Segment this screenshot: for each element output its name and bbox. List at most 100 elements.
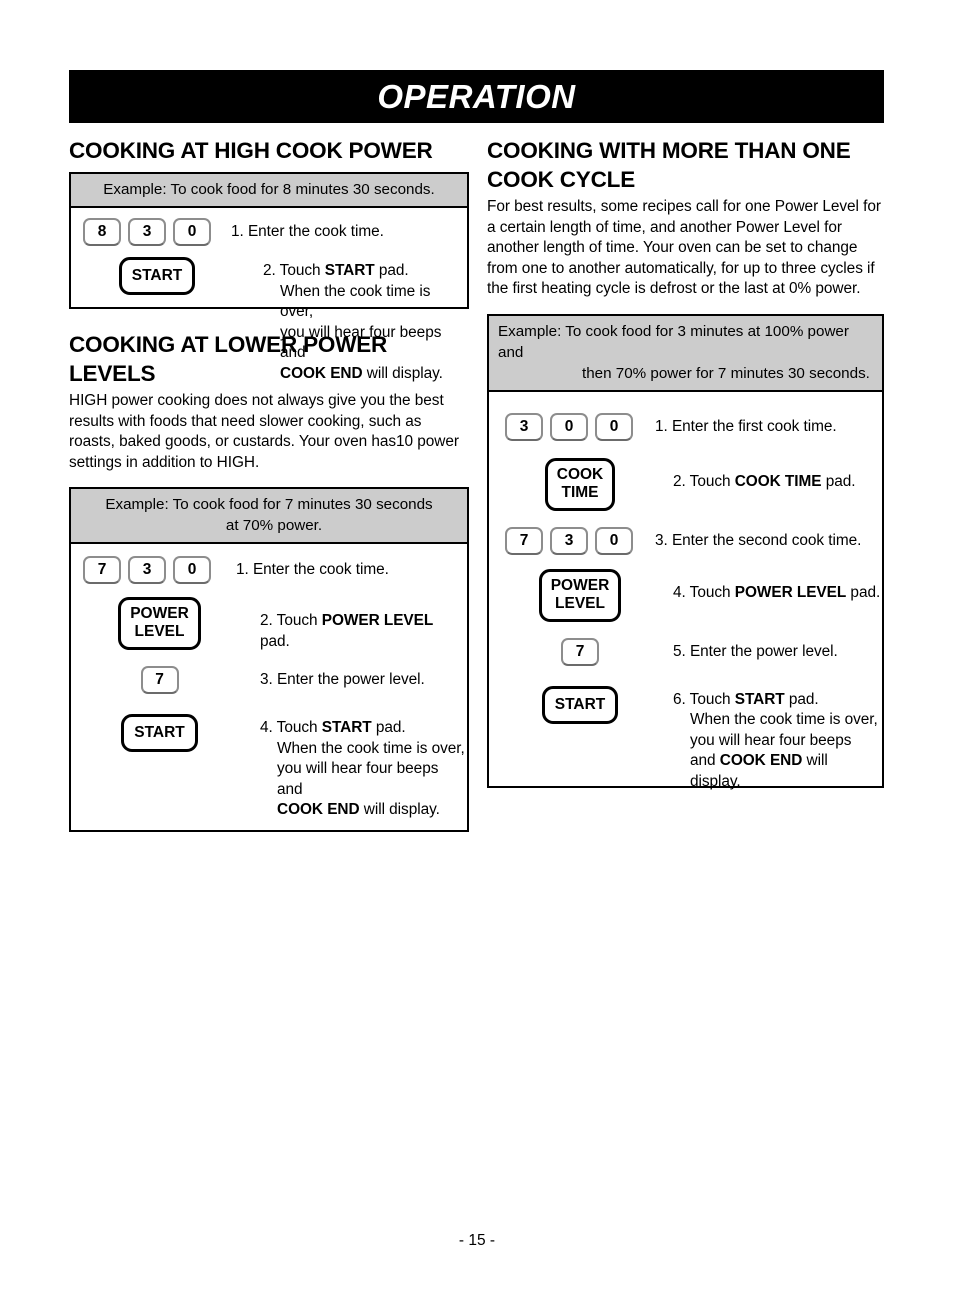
step-row: START 6. Touch START pad. When the cook … (489, 685, 882, 793)
section-body-more-cycles: For best results, some recipes call for … (487, 198, 881, 297)
keypad-group: 7 3 0 (83, 556, 236, 584)
step-text-tail: pad. (846, 583, 881, 601)
step-text-tail: pad. (371, 719, 406, 736)
number-key[interactable]: 7 (561, 637, 599, 666)
step-instruction: 1. Enter the first cook time. (655, 413, 882, 438)
step-text-lead: 2. Touch (263, 262, 325, 279)
example-line-2: then 70% power for 7 minutes 30 seconds. (582, 364, 870, 382)
step-continuation: When the cook time is over, (690, 711, 878, 728)
keypad-group: POWER LEVEL (83, 597, 260, 650)
step-instruction: 6. Touch START pad. When the cook time i… (673, 686, 882, 793)
step-text-lead: 4. Touch (260, 719, 322, 736)
page-number: - 15 - (458, 1232, 496, 1249)
number-key[interactable]: 3 (550, 526, 588, 555)
example-line-1: Example: To cook food for 3 minutes at 1… (498, 322, 849, 361)
step-row: 7 5. Enter the power level. (489, 637, 882, 666)
step-text: 1. Enter the cook time. (236, 561, 389, 578)
number-key[interactable]: 0 (173, 218, 211, 246)
step-continuation-lead: and (690, 752, 720, 769)
example-box-high-power: Example: To cook food for 8 minutes 30 s… (69, 172, 469, 382)
step-continuation: When the cook time is over, (280, 282, 431, 321)
keypad-group: 7 3 0 (505, 526, 655, 555)
step-text: 1. Enter the first cook time. (655, 417, 837, 435)
example-line-2: at 70% power. (225, 517, 323, 534)
step-instruction: 2. Touch COOK TIME pad. (673, 458, 882, 493)
keypad-group: 3 0 0 (505, 412, 655, 441)
page-title: OPERATION (377, 78, 576, 115)
number-key[interactable]: 3 (128, 218, 166, 246)
keypad-group: COOK TIME (505, 457, 673, 511)
step-text: 5. Enter the power level. (673, 642, 838, 660)
pad-label: START (554, 695, 606, 713)
keypad-group: 7 (505, 637, 673, 666)
step-row: 8 3 0 1. Enter the cook time. (71, 218, 467, 246)
page-footer: - 15 - (0, 1232, 954, 1250)
step-continuation: COOK END will display. (260, 800, 467, 821)
step-text-tail: pad. (821, 472, 856, 490)
step-text-bold: START (324, 262, 375, 279)
number-key[interactable]: 8 (83, 218, 121, 246)
number-key[interactable]: 0 (550, 412, 588, 441)
start-pad[interactable]: START (541, 685, 619, 724)
start-pad[interactable]: START (121, 714, 198, 752)
left-column: COOKING AT HIGH COOK POWER Example: To c… (69, 136, 469, 832)
pad-label: START (134, 724, 185, 741)
pad-label-line2: TIME (561, 483, 599, 501)
step-continuation: COOK END will display. (263, 364, 467, 385)
example-line-1: Example: To cook food for 8 minutes 30 s… (103, 181, 435, 198)
step-continuation: you will hear four beeps and (277, 760, 439, 798)
step-text-lead: 4. Touch (673, 583, 735, 601)
number-key[interactable]: 0 (595, 526, 633, 555)
step-text: 3. Enter the power level. (260, 671, 425, 688)
example-header-more-cycles: Example: To cook food for 3 minutes at 1… (489, 315, 882, 392)
pad-label-line1: COOK (556, 465, 604, 483)
step-instruction: 2. Touch POWER LEVEL pad. (260, 597, 467, 652)
pad-label-line1: POWER (550, 576, 610, 594)
step-text: 1. Enter the cook time. (231, 223, 384, 240)
number-key[interactable]: 7 (505, 526, 543, 555)
step-text-bold: POWER LEVEL (734, 583, 847, 601)
keypad-group: 7 (83, 666, 260, 694)
example-steps-lower-power: 7 3 0 1. Enter the cook time. POWER LEVE… (71, 556, 467, 821)
step-row: POWER LEVEL 4. Touch POWER LEVEL pad. (489, 568, 882, 622)
example-header-high-power: Example: To cook food for 8 minutes 30 s… (71, 174, 467, 208)
start-pad[interactable]: START (118, 257, 196, 295)
example-steps-more-cycles: 3 0 0 1. Enter the first cook time. COOK… (489, 412, 882, 793)
number-key[interactable]: 3 (128, 556, 166, 584)
keypad-group: START (505, 685, 673, 724)
step-row: START 4. Touch START pad. When the cook … (71, 714, 467, 821)
section-title-high-power: COOKING AT HIGH COOK POWER (69, 138, 433, 163)
example-box-more-cycles: Example: To cook food for 3 minutes at 1… (487, 313, 884, 790)
power-level-pad[interactable]: POWER LEVEL (538, 568, 622, 622)
step-continuation-bold: COOK END (719, 752, 803, 769)
step-row: POWER LEVEL 2. Touch POWER LEVEL pad. (71, 597, 467, 652)
number-key[interactable]: 0 (173, 556, 211, 584)
step-row: 7 3 0 3. Enter the second cook time. (489, 526, 882, 555)
step-text-bold: POWER LEVEL (321, 612, 434, 629)
number-key[interactable]: 7 (83, 556, 121, 584)
step-instruction: 4. Touch START pad. When the cook time i… (260, 714, 467, 821)
number-key[interactable]: 3 (505, 412, 543, 441)
step-text-lead: 6. Touch (673, 690, 735, 708)
power-level-pad[interactable]: POWER LEVEL (118, 597, 201, 650)
step-text-lead: 2. Touch (673, 472, 735, 490)
right-column: COOKING WITH MORE THAN ONE COOK CYCLE Fo… (487, 136, 884, 790)
step-text-tail: pad. (784, 690, 819, 708)
keypad-group: START (83, 714, 260, 752)
step-continuation: and COOK END will display. (673, 751, 882, 792)
cook-time-pad[interactable]: COOK TIME (544, 457, 616, 511)
step-row: 7 3. Enter the power level. (71, 666, 467, 694)
step-instruction: 1. Enter the cook time. (231, 218, 467, 243)
pad-label-line2: LEVEL (134, 623, 185, 640)
step-instruction: 4. Touch POWER LEVEL pad. (673, 569, 882, 604)
example-header-lower-power: Example: To cook food for 7 minutes 30 s… (71, 489, 467, 544)
number-key[interactable]: 7 (140, 666, 179, 694)
number-key[interactable]: 0 (595, 412, 633, 441)
step-text: 3. Enter the second cook time. (655, 531, 862, 549)
step-instruction: 3. Enter the second cook time. (655, 527, 882, 552)
step-continuation-tail: will display. (359, 801, 440, 818)
step-text-bold: COOK TIME (734, 472, 822, 490)
section-body-lower-power: HIGH power cooking does not always give … (69, 392, 459, 471)
step-continuation-bold: COOK END (280, 364, 363, 382)
section-title-more-cycles: COOKING WITH MORE THAN ONE COOK CYCLE (487, 138, 851, 192)
